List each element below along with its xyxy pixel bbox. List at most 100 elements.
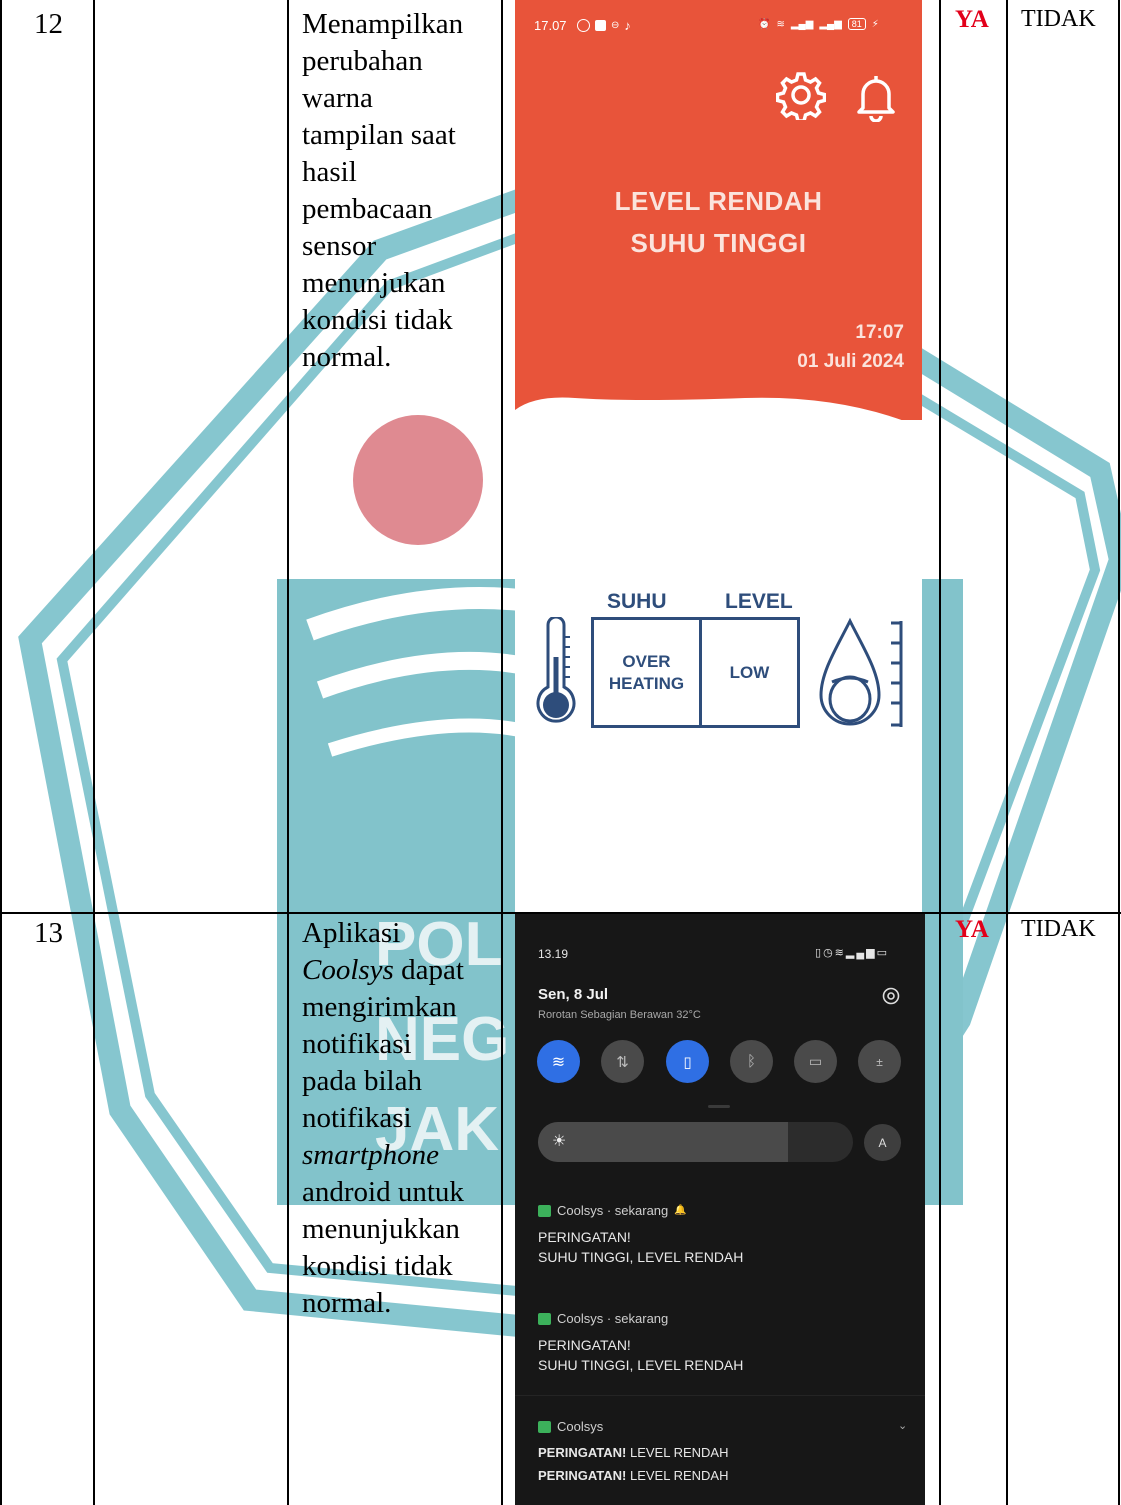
level-label: LEVEL [725,590,793,613]
vibrate-toggle[interactable]: ▯ [666,1040,709,1083]
notification-app-name: Coolsys · sekarang [557,1311,669,1326]
notification-shade-screenshot: 13.19 ▯◷≋▂▄▆▭ Sen, 8 Jul Rorotan Sebagia… [515,914,925,1505]
status-time: 17.07 [534,18,567,33]
wifi-icon: ≋ [834,947,846,959]
desc-line: notifikasi [302,1102,412,1134]
desc-line: Menampilkan [302,8,464,40]
desc-line: menunjukkan [302,1213,460,1245]
app-name-italic: Coolsys [302,954,394,986]
notification-app-label: Coolsys · sekarang [538,1311,668,1326]
water-drop-icon [819,617,903,727]
signal-icon: ▂▄▆ [845,947,877,959]
desc-line: normal. [302,341,392,373]
suhu-value-line: OVER [622,651,671,671]
flashlight-icon: ▭ [808,1053,823,1069]
clock-date: 01 Juli 2024 [797,351,904,372]
data-arrows-icon: ⇅ [616,1053,629,1071]
weather-text: Rorotan Sebagian Berawan 32°C [538,1009,701,1021]
alarm-icon: ⏰ [758,18,771,30]
desc-line: Coolsys dapat [302,952,492,989]
level-value: LOW [729,662,770,682]
bluetooth-toggle[interactable]: ᛒ [730,1040,773,1083]
charging-icon: ⚡ [871,18,879,30]
desc-line: normal. [302,1287,392,1319]
desc-line: warna [302,82,373,114]
alarm-level-text: LEVEL RENDAH [614,186,823,216]
notification-app-name: Coolsys · sekarang [557,1203,669,1218]
desc-line: tampilan saat [302,119,456,151]
table-col-divider-2 [287,0,289,1505]
status-icons-left: ⊖ ♪ [577,18,631,33]
row-description: Aplikasi Coolsys dapat mengirimkan notif… [302,915,492,1322]
notification-title: PERINGATAN! [538,1229,631,1245]
desc-line: hasil [302,156,357,188]
shade-date: Sen, 8 Jul [538,986,609,1003]
desc-line: smartphone [302,1137,492,1174]
group-line-bold: PERINGATAN! [538,1445,627,1460]
coolsys-app-icon [538,1204,551,1217]
drag-handle[interactable] [708,1105,730,1108]
battery-icon: 81 [847,18,866,30]
desc-line: kondisi tidak [302,304,453,336]
whatsapp-icon [577,19,590,32]
vibrate-icon: ▯ [683,1053,692,1071]
tiktok-icon: ♪ [624,18,631,33]
calculator-toggle[interactable]: ± [858,1040,901,1083]
ya-mark: YA [955,916,989,943]
desc-line: pembacaan [302,193,433,225]
app-square-icon [595,20,606,31]
group-line-bold: PERINGATAN! [538,1468,627,1483]
desc-line: Aplikasi [302,917,401,949]
sun-icon: ☀ [552,1133,567,1150]
wifi-icon: ≋ [551,1053,566,1071]
desc-line: kondisi tidak [302,1250,453,1282]
alarm-temp-text: SUHU TINGGI [630,228,807,258]
desc-line: notifikasi [302,1028,412,1060]
desc-line: pada bilah [302,1065,422,1097]
desc-line: perubahan [302,45,423,77]
brightness-slider[interactable]: ☀ [538,1122,853,1162]
notification-body: SUHU TINGGI, LEVEL RENDAH [538,1357,744,1373]
alarm-icon: ◷ [823,947,835,959]
vibrate-icon: ▯ [815,947,824,959]
bell-icon[interactable] [854,72,898,122]
desc-line: menunjukan [302,267,446,299]
status-time: 13.19 [538,947,569,961]
smartphone-italic: smartphone [302,1139,439,1171]
signal-icon-2: ▂▄▆ [819,18,842,30]
ya-mark: YA [955,6,989,33]
flashlight-toggle[interactable]: ▭ [794,1040,837,1083]
group-line-rest: LEVEL RENDAH [626,1445,729,1460]
tidak-option: TIDAK [1021,6,1096,32]
settings-icon[interactable] [881,986,901,1006]
desc-line: android untuk [302,1176,464,1208]
table-col-divider-5 [1006,0,1008,1505]
signal-icon: ▂▄▆ [790,18,814,30]
mobile-data-toggle[interactable]: ⇅ [601,1040,644,1083]
group-line-rest: LEVEL RENDAH [626,1468,729,1483]
status-icons-right: ⏰ ≋ ▂▄▆ ▂▄▆ 81 ⚡ [758,18,879,30]
row-description: Menampilkan perubahan warna tampilan saa… [302,6,492,376]
link-icon: ⊖ [611,20,620,31]
notification-app-label: Coolsys · sekarang 🔔 [538,1203,687,1218]
notification-title: PERINGATAN! [538,1337,631,1353]
notification-body: SUHU TINGGI, LEVEL RENDAH [538,1249,744,1265]
table-col-divider-1 [93,0,95,1505]
coolsys-app-icon [538,1420,551,1433]
desc-line: sensor [302,230,377,262]
wifi-toggle[interactable]: ≋ [537,1040,580,1083]
notification-divider [515,1395,925,1396]
calculator-icon: ± [876,1054,883,1069]
chevron-down-icon[interactable]: ⌄ [898,1419,907,1432]
row-number: 13 [34,917,63,949]
clock-time: 17:07 [855,322,904,343]
app-alarm-screenshot: 17.07 ⊖ ♪ ⏰ ≋ ▂▄▆ ▂▄▆ 81 ⚡ LEVEL RENDAH … [515,0,922,912]
bluetooth-icon: ᛒ [746,1053,756,1070]
notification-group-header[interactable]: Coolsys [538,1419,603,1434]
thermometer-icon [536,617,576,723]
auto-brightness-button[interactable]: A [864,1124,901,1161]
suhu-status-box: OVER HEATING [591,617,702,728]
level-status-box: LOW [699,617,800,728]
suhu-label: SUHU [607,590,667,613]
gear-icon[interactable] [776,70,826,120]
